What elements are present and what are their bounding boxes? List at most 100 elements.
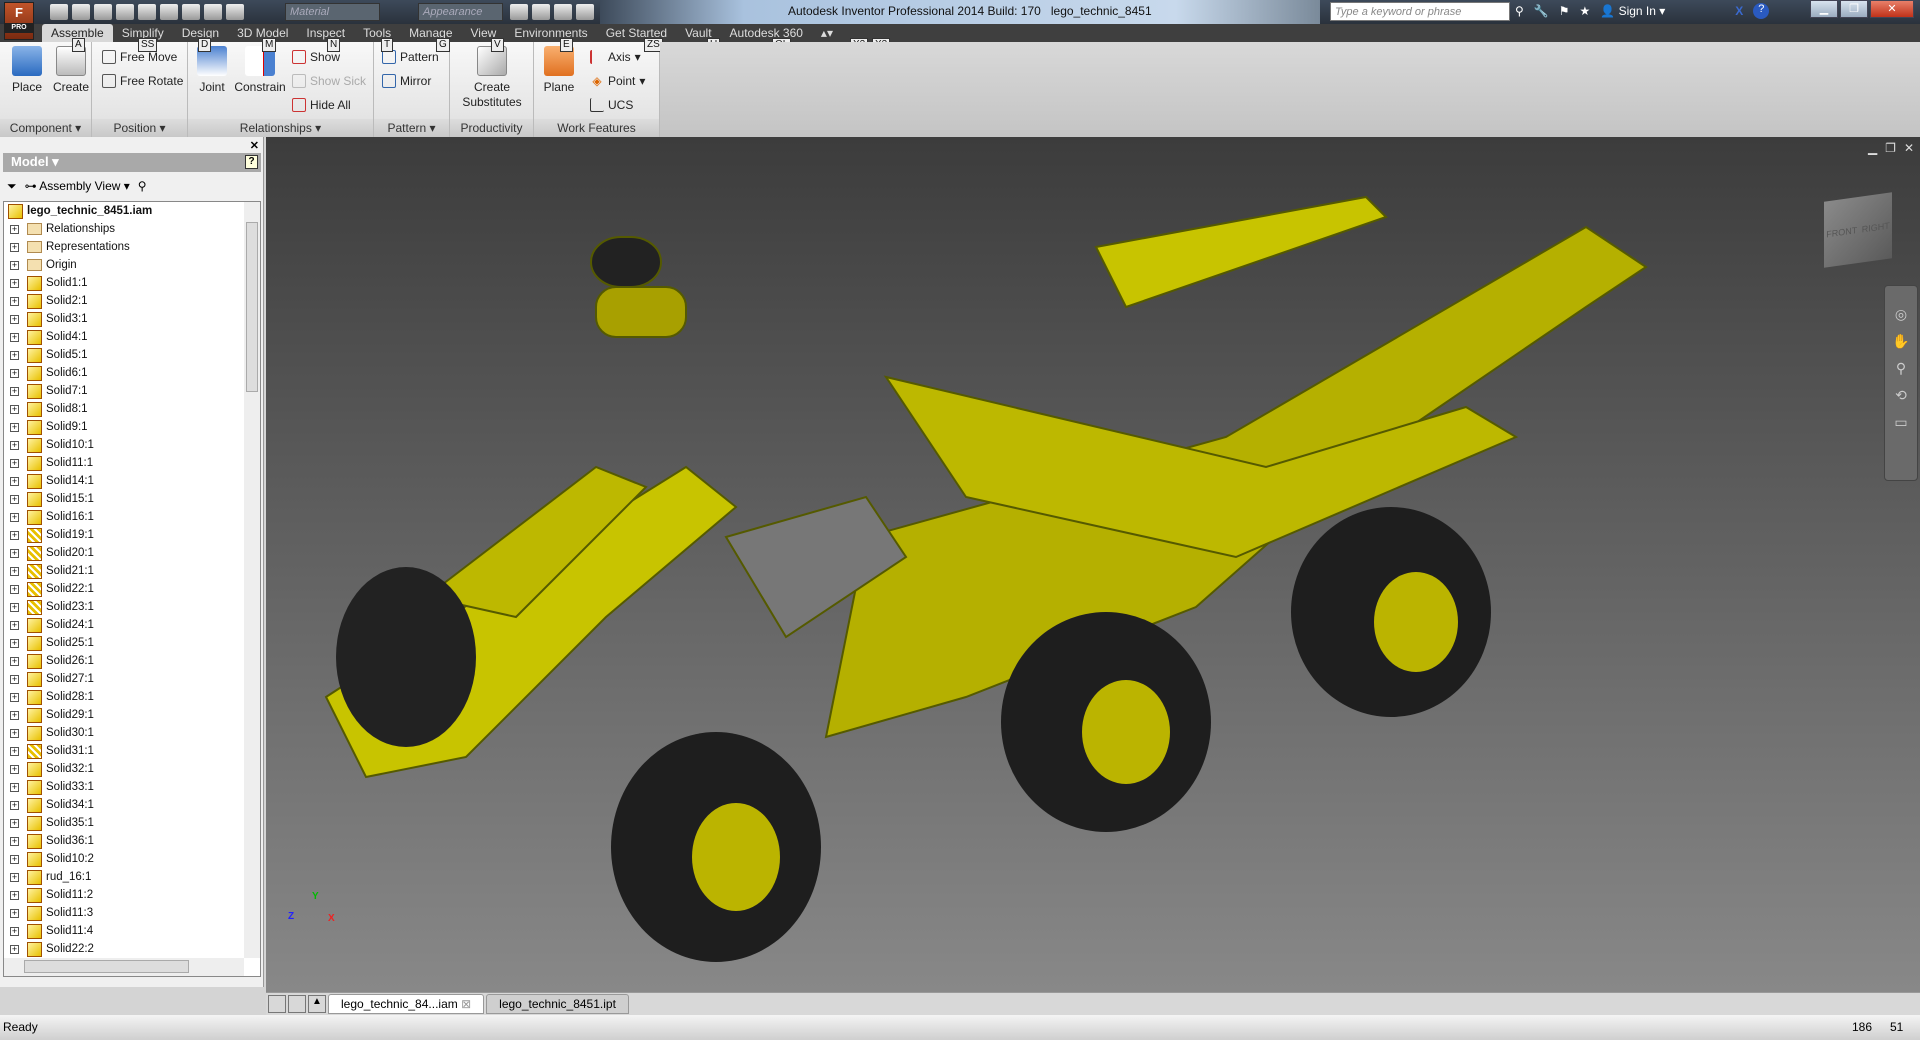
create-button[interactable]: Create — [52, 46, 90, 94]
expand-icon[interactable]: + — [10, 494, 19, 504]
restore-button[interactable]: ❐ — [1840, 0, 1868, 18]
hide-all-button[interactable]: Hide All — [292, 98, 351, 112]
tree-horizontal-scrollbar[interactable] — [4, 958, 244, 976]
tab-tools[interactable]: Tools — [354, 24, 400, 42]
satellite-icon[interactable]: ⚑ — [1559, 4, 1570, 18]
help-search-input[interactable]: Type a keyword or phrase — [1330, 2, 1510, 21]
tree-item[interactable]: + Solid19:1 — [4, 526, 260, 544]
expand-icon[interactable]: + — [10, 422, 19, 432]
scroll-thumb[interactable] — [24, 960, 189, 973]
tree-item[interactable]: + Solid25:1 — [4, 634, 260, 652]
tab-get-started[interactable]: Get Started — [597, 24, 676, 42]
save-icon[interactable] — [94, 4, 112, 20]
filter-icon[interactable]: ⏷ — [7, 179, 17, 194]
tree-item[interactable]: + Solid36:1 — [4, 832, 260, 850]
tree-item[interactable]: + Solid35:1 — [4, 814, 260, 832]
exchange-icon[interactable]: X — [1735, 4, 1743, 18]
adjust-icon[interactable] — [532, 4, 550, 20]
tab-autodesk-360[interactable]: Autodesk 360 — [721, 24, 812, 42]
doc-tab-assembly[interactable]: lego_technic_84...iam ⊠ — [328, 994, 485, 1014]
properties-icon[interactable] — [226, 4, 244, 20]
tree-item[interactable]: + Solid26:1 — [4, 652, 260, 670]
tree-item[interactable]: + Solid5:1 — [4, 346, 260, 364]
expand-icon[interactable]: + — [10, 620, 19, 630]
expand-icon[interactable]: + — [10, 512, 19, 522]
tree-item[interactable]: + Solid21:1 — [4, 562, 260, 580]
appearance-select[interactable]: Appearance — [418, 3, 503, 21]
return-icon[interactable] — [204, 4, 222, 20]
tree-item[interactable]: + Solid10:1 — [4, 436, 260, 454]
free-rotate-button[interactable]: Free Rotate — [102, 74, 183, 88]
tree-item[interactable]: + Origin — [4, 256, 260, 274]
expand-icon[interactable]: + — [10, 386, 19, 396]
panel-label-position[interactable]: Position ▾ — [92, 119, 187, 137]
free-move-button[interactable]: Free Move — [102, 50, 177, 64]
measure-icon[interactable] — [576, 4, 594, 20]
tree-item[interactable]: + Solid22:1 — [4, 580, 260, 598]
document-list-icon[interactable]: ▲ — [308, 995, 326, 1013]
expand-icon[interactable]: + — [10, 296, 19, 306]
show-sick-button[interactable]: Show Sick — [292, 74, 366, 88]
redo-icon[interactable] — [138, 4, 156, 20]
expand-icon[interactable]: + — [10, 638, 19, 648]
expand-icon[interactable]: + — [10, 332, 19, 342]
open-icon[interactable] — [72, 4, 90, 20]
browser-header[interactable]: Model ▾ ? — [3, 153, 261, 172]
expand-icon[interactable]: + — [10, 314, 19, 324]
fx-icon[interactable] — [554, 4, 572, 20]
tab-manage[interactable]: Manage — [400, 24, 461, 42]
expand-icon[interactable]: + — [10, 548, 19, 558]
panel-label-relationships[interactable]: Relationships ▾ — [188, 119, 373, 137]
help-icon[interactable]: ? — [245, 155, 258, 169]
cascade-windows-icon[interactable] — [268, 995, 286, 1013]
ucs-button[interactable]: UCS — [590, 98, 633, 112]
place-button[interactable]: Place — [8, 46, 46, 94]
binoculars-icon[interactable]: ⚲ — [1515, 4, 1524, 18]
tree-item[interactable]: + Solid31:1 — [4, 742, 260, 760]
tree-item[interactable]: + Solid34:1 — [4, 796, 260, 814]
tree-item[interactable]: + Solid8:1 — [4, 400, 260, 418]
sign-in-button[interactable]: 👤 Sign In ▾ — [1600, 4, 1665, 18]
tree-item[interactable]: + Solid9:1 — [4, 418, 260, 436]
tree-item[interactable]: + Solid14:1 — [4, 472, 260, 490]
point-button[interactable]: ◈ Point ▾ — [590, 74, 645, 88]
pattern-button[interactable]: Pattern — [382, 50, 439, 64]
axis-button[interactable]: Axis ▾ — [590, 50, 641, 64]
tree-item[interactable]: + Solid20:1 — [4, 544, 260, 562]
expand-icon[interactable]: + — [10, 656, 19, 666]
tree-item[interactable]: + rud_16:1 — [4, 868, 260, 886]
expand-icon[interactable]: + — [10, 836, 19, 846]
ribbon-minimize-icon[interactable]: ▴▾ — [812, 24, 842, 42]
material-select[interactable]: Material — [285, 3, 380, 21]
tree-vertical-scrollbar[interactable] — [244, 202, 260, 958]
tree-item[interactable]: + Solid11:4 — [4, 922, 260, 940]
graphics-viewport[interactable]: ▁ ❐ ✕ FRONT RIGHT ◎ ✋ ⚲ ⟲ ▭ YZX — [266, 137, 1920, 992]
panel-label-pattern[interactable]: Pattern ▾ — [374, 119, 449, 137]
tree-item[interactable]: + Solid29:1 — [4, 706, 260, 724]
clear-appearance-icon[interactable] — [510, 4, 528, 20]
tree-item[interactable]: + Relationships — [4, 220, 260, 238]
close-button[interactable]: ✕ — [1870, 0, 1914, 18]
expand-icon[interactable]: + — [10, 926, 19, 936]
application-menu-button[interactable]: F PRO — [4, 2, 34, 40]
tab-inspect[interactable]: Inspect — [297, 24, 354, 42]
tree-item[interactable]: + Solid11:3 — [4, 904, 260, 922]
expand-icon[interactable]: + — [10, 368, 19, 378]
expand-icon[interactable]: + — [10, 476, 19, 486]
tree-item[interactable]: + Representations — [4, 238, 260, 256]
find-icon[interactable]: ⚲ — [138, 179, 147, 193]
tree-item[interactable]: + Solid28:1 — [4, 688, 260, 706]
tree-item[interactable]: + Solid6:1 — [4, 364, 260, 382]
assembly-view-dropdown[interactable]: ⊶ Assembly View ▾ — [25, 179, 130, 193]
expand-icon[interactable]: + — [10, 278, 19, 288]
expand-icon[interactable]: + — [10, 692, 19, 702]
expand-icon[interactable]: + — [10, 764, 19, 774]
expand-icon[interactable]: + — [10, 908, 19, 918]
tree-item[interactable]: + Solid1:1 — [4, 274, 260, 292]
expand-icon[interactable]: + — [10, 854, 19, 864]
help-icon[interactable]: ? — [1753, 3, 1770, 19]
tree-item[interactable]: + Solid10:2 — [4, 850, 260, 868]
expand-icon[interactable]: + — [10, 710, 19, 720]
lego-model[interactable] — [266, 137, 1920, 992]
joint-button[interactable]: Joint — [194, 46, 230, 94]
